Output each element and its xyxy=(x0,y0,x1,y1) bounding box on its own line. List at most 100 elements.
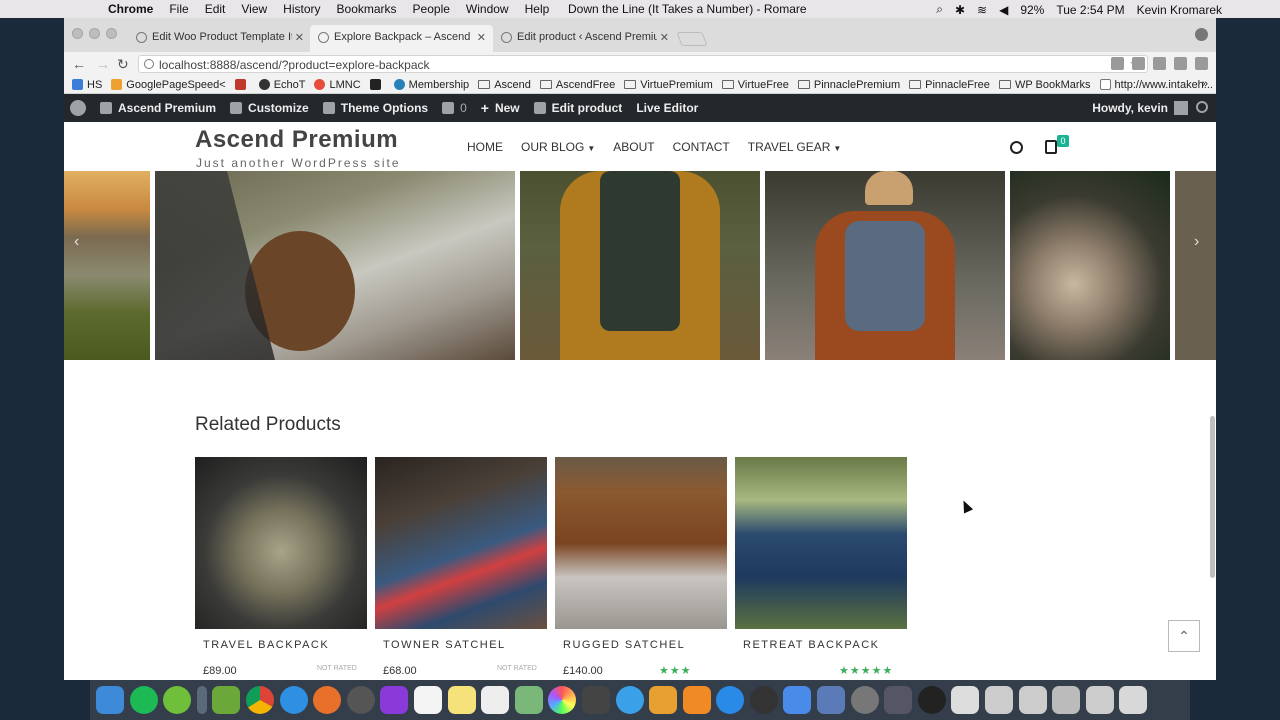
product-card[interactable]: RUGGED SATCHEL £140.00 ★★★ xyxy=(555,457,727,677)
back-icon[interactable]: ← xyxy=(72,56,86,72)
document-icon[interactable] xyxy=(951,686,980,714)
product-card[interactable]: TRAVEL BACKPACK £89.00 NOT RATED xyxy=(195,457,367,677)
document-icon[interactable] xyxy=(1085,686,1114,714)
site-title[interactable]: Ascend Premium xyxy=(195,126,398,154)
forward-icon[interactable]: → xyxy=(96,56,110,72)
carousel-slide-mountain[interactable] xyxy=(64,171,150,360)
photos-icon[interactable] xyxy=(548,686,577,714)
menu-bookmarks[interactable]: Bookmarks xyxy=(337,2,397,16)
app-menu[interactable]: Chrome xyxy=(108,2,153,16)
messages-icon[interactable] xyxy=(615,686,644,714)
nav-travel-gear[interactable]: TRAVEL GEAR ▼ xyxy=(748,140,842,154)
bookmark-folder-pinnaclepremium[interactable]: PinnaclePremium xyxy=(797,79,900,91)
bookmark-intakeh[interactable]: http://www.intakeh... xyxy=(1099,79,1213,91)
wp-customize[interactable]: Customize xyxy=(230,101,309,115)
new-tab-button[interactable] xyxy=(676,32,708,46)
user-name[interactable]: Kevin Kromarek xyxy=(1137,3,1222,17)
scroll-to-top-button[interactable]: ⌃ xyxy=(1168,620,1200,652)
app-store-icon[interactable] xyxy=(716,686,745,714)
search-icon[interactable]: ⌕ xyxy=(936,2,943,17)
maps-icon[interactable] xyxy=(514,686,543,714)
cast-icon[interactable] xyxy=(1111,57,1124,70)
bookmark-unnamed-1[interactable] xyxy=(234,79,250,90)
nav-our-blog[interactable]: OUR BLOG ▼ xyxy=(521,140,595,154)
affinity-icon[interactable] xyxy=(380,686,409,714)
product-image[interactable] xyxy=(195,457,367,629)
maximize-window-icon[interactable] xyxy=(106,28,117,39)
wp-theme-options[interactable]: Theme Options xyxy=(322,101,428,115)
keynote-icon[interactable] xyxy=(581,686,610,714)
bookmarks-more-button[interactable]: » xyxy=(1202,78,1208,90)
info-icon[interactable] xyxy=(144,59,154,69)
y-extension-icon[interactable] xyxy=(1153,57,1166,70)
bookmark-membership[interactable]: Membership xyxy=(393,79,469,91)
finder-icon[interactable] xyxy=(96,686,124,714)
bookmark-unnamed-2[interactable] xyxy=(369,79,385,90)
spotify-icon[interactable] xyxy=(129,686,158,714)
kebab-menu-icon[interactable] xyxy=(1195,57,1208,70)
bookmark-folder-wpbookmarks[interactable]: WP BookMarks xyxy=(998,79,1091,91)
nav-contact[interactable]: CONTACT xyxy=(673,140,730,154)
bookmark-hs[interactable]: HS xyxy=(72,79,102,91)
carousel-slide-firewood[interactable] xyxy=(1010,171,1170,360)
wp-howdy[interactable]: Howdy, kevin xyxy=(1092,101,1188,115)
phone-icon[interactable] xyxy=(196,686,207,714)
url-input[interactable]: localhost:8888/ascend/?product=explore-b… xyxy=(138,55,1148,73)
pages-icon[interactable] xyxy=(649,686,678,714)
notes-icon[interactable] xyxy=(447,686,476,714)
bookmark-google-pagespeed[interactable]: GooglePageSpeed< xyxy=(111,79,226,91)
carousel-next-icon[interactable]: › xyxy=(1194,233,1199,251)
shield-extension-icon[interactable] xyxy=(1132,57,1145,70)
safari-icon[interactable] xyxy=(279,686,308,714)
chrome-icon[interactable] xyxy=(245,686,274,714)
profile-icon[interactable] xyxy=(1195,28,1208,41)
wp-site-name[interactable]: Ascend Premium xyxy=(100,101,216,115)
nav-home[interactable]: HOME xyxy=(467,140,503,154)
wp-search-icon[interactable] xyxy=(1196,101,1208,113)
cloud-app-icon[interactable] xyxy=(783,686,812,714)
tab-close-icon[interactable]: ✕ xyxy=(477,31,486,44)
dollar-app-icon[interactable] xyxy=(163,686,192,714)
sublime-icon[interactable] xyxy=(682,686,711,714)
menu-file[interactable]: File xyxy=(169,2,188,16)
carousel-slide-car-window[interactable] xyxy=(155,171,515,360)
tab-explore-backpack[interactable]: Explore Backpack – Ascend Pr ✕ xyxy=(310,25,493,52)
close-window-icon[interactable] xyxy=(72,28,83,39)
product-card[interactable]: TOWNER SATCHEL £68.00 NOT RATED xyxy=(375,457,547,677)
firefox-icon[interactable] xyxy=(313,686,342,714)
system-preferences-icon[interactable] xyxy=(850,686,879,714)
page-scrollbar[interactable] xyxy=(1210,416,1215,578)
carousel-slide-partial[interactable] xyxy=(1175,171,1216,360)
product-card[interactable]: RETREAT BACKPACK ★★★★★ xyxy=(735,457,907,677)
volume-icon[interactable]: ◀ xyxy=(999,3,1008,17)
trash-icon[interactable] xyxy=(1119,686,1148,714)
product-name[interactable]: RUGGED SATCHEL xyxy=(563,639,727,651)
document-icon[interactable] xyxy=(985,686,1014,714)
menu-view[interactable]: View xyxy=(241,2,267,16)
menu-people[interactable]: People xyxy=(413,2,450,16)
elephant-app-icon[interactable] xyxy=(749,686,778,714)
tab-close-icon[interactable]: ✕ xyxy=(660,31,669,44)
pen-extension-icon[interactable] xyxy=(1174,57,1187,70)
document-icon[interactable] xyxy=(1052,686,1081,714)
tab-edit-product[interactable]: Edit product ‹ Ascend Premiu ✕ xyxy=(493,25,676,52)
menu-edit[interactable]: Edit xyxy=(205,2,226,16)
wordpress-logo-icon[interactable] xyxy=(70,100,86,116)
bookmark-folder-ascend[interactable]: Ascend xyxy=(478,79,531,91)
leaf-app-icon[interactable] xyxy=(212,686,241,714)
carousel-slide-hiker-beanie[interactable] xyxy=(765,171,1005,360)
wp-comments[interactable]: 0 xyxy=(442,101,467,115)
bookmark-folder-ascendfree[interactable]: AscendFree xyxy=(539,79,615,91)
carousel-slide-hiker-yellow[interactable] xyxy=(520,171,760,360)
preview-icon[interactable] xyxy=(817,686,846,714)
wp-edit-product[interactable]: Edit product xyxy=(533,101,622,115)
obs-icon[interactable] xyxy=(917,686,946,714)
bookmark-folder-virtuepremium[interactable]: VirtuePremium xyxy=(624,79,713,91)
product-name[interactable]: TRAVEL BACKPACK xyxy=(203,639,367,651)
wifi-icon[interactable]: ≋ xyxy=(977,3,987,17)
menu-window[interactable]: Window xyxy=(466,2,509,16)
calendar-icon[interactable] xyxy=(413,686,442,714)
bookmark-folder-virtuefree[interactable]: VirtueFree xyxy=(721,79,789,91)
product-name[interactable]: TOWNER SATCHEL xyxy=(383,639,547,651)
menu-help[interactable]: Help xyxy=(525,2,550,16)
